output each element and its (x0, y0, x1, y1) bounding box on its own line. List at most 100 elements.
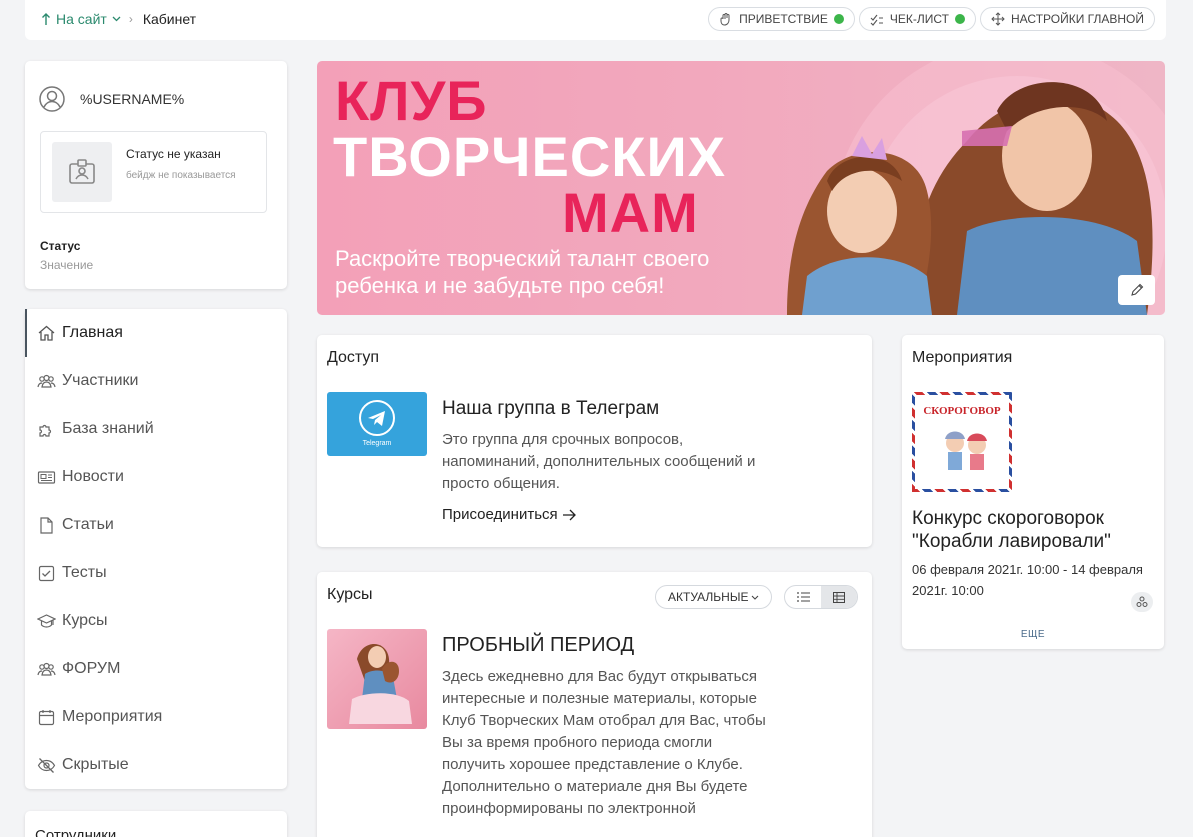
sidebar-item-members[interactable]: Участники (25, 357, 287, 405)
sidebar-item-forum[interactable]: ФОРУМ (25, 645, 287, 693)
chevron-down-icon (752, 595, 759, 600)
graduation-cap-icon (37, 613, 56, 628)
course-item-description: Здесь ежедневно для Вас будут открыватьс… (442, 668, 766, 817)
badge-title: Статус не указан (126, 147, 221, 161)
banner-title-line3: МАМ (562, 181, 699, 244)
table-icon (833, 591, 845, 603)
events-title: Мероприятия (912, 349, 1013, 366)
arrow-up-icon (42, 13, 50, 25)
sidebar-item-label: Скрытые (62, 756, 129, 773)
avatar-icon (39, 86, 65, 112)
access-item-description: Это группа для срочных вопросов, напомин… (442, 431, 756, 492)
telegram-caption: Telegram (362, 440, 392, 447)
badge-subtitle: бейдж не показывается (126, 170, 236, 181)
sidebar-item-label: Главная (62, 324, 123, 341)
breadcrumb-site-link[interactable]: На сайт (41, 11, 121, 27)
sidebar-item-courses[interactable]: Курсы (25, 597, 287, 645)
telegram-image[interactable]: Telegram (327, 392, 427, 456)
sidebar-item-label: Статьи (62, 516, 114, 533)
move-icon (991, 12, 1005, 26)
access-item-title[interactable]: Наша группа в Телеграм (442, 398, 659, 420)
sidebar-item-label: Участники (62, 372, 139, 389)
course-item-title[interactable]: ПРОБНЫЙ ПЕРИОД (442, 634, 634, 657)
events-card: Мероприятия СКОРОГОВОР Конкурс скорогово… (902, 335, 1164, 649)
course-image[interactable] (327, 629, 427, 729)
participants-icon-button[interactable] (1131, 592, 1153, 612)
banner-title-line1: КЛУБ (335, 69, 488, 132)
chevron-down-icon (112, 16, 121, 22)
chevron-right-icon: › (128, 12, 133, 26)
home-settings-label: НАСТРОЙКИ ГЛАВНОЙ (1011, 12, 1144, 26)
sidebar-item-news[interactable]: Новости (25, 453, 287, 501)
banner-title-line2: ТВОРЧЕСКИХ (333, 125, 727, 188)
event-illustration (945, 431, 987, 470)
status-value: Значение (40, 258, 94, 272)
banner-subtitle: Раскройте творческий талант своего ребен… (335, 246, 710, 298)
sidebar-item-knowledge-base[interactable]: База знаний (25, 405, 287, 453)
list-icon (796, 592, 810, 602)
courses-title: Курсы (327, 586, 373, 603)
view-toggle (784, 585, 858, 609)
group-icon (1136, 596, 1148, 607)
sidebar-item-label: ФОРУМ (62, 660, 121, 677)
id-badge-icon (69, 159, 95, 184)
sidebar-nav: Главная Участники База знаний Новости Ст… (25, 309, 287, 789)
edit-banner-button[interactable] (1118, 275, 1155, 305)
arrow-right-icon (562, 509, 576, 520)
greeting-status-dot (833, 14, 844, 24)
status-label: Статус (40, 239, 81, 253)
pencil-icon (1130, 283, 1143, 296)
checklist-button[interactable]: ЧЕК-ЛИСТ (858, 7, 977, 31)
course-photo (349, 644, 412, 724)
checklist-icon (870, 14, 883, 26)
greeting-label: ПРИВЕТСТВИЕ (739, 12, 828, 26)
username: %USERNAME% (80, 91, 185, 107)
sidebar-item-articles[interactable]: Статьи (25, 501, 287, 549)
badge-placeholder (52, 142, 112, 202)
sidebar-item-label: Курсы (62, 612, 108, 629)
calendar-icon (38, 709, 55, 725)
user-info[interactable]: %USERNAME% (39, 86, 184, 112)
greeting-button[interactable]: ПРИВЕТСТВИЕ (708, 7, 855, 31)
forum-icon (37, 662, 56, 676)
checklist-label: ЧЕК-ЛИСТ (889, 12, 950, 26)
staff-card: Сотрудники (25, 811, 287, 837)
hand-icon (720, 13, 730, 26)
breadcrumb-current: Кабинет (142, 11, 197, 27)
event-item-date: 06 февраля 2021г. 10:00 - 14 февраля 202… (912, 562, 1143, 598)
join-link[interactable]: Присоединиться (442, 506, 577, 523)
access-title: Доступ (327, 349, 380, 366)
courses-card: Курсы АКТУАЛЬНЫЕ ПРОБНЫЙ ПЕРИОД Здесь еж… (317, 572, 872, 837)
filter-label: АКТУАЛЬНЫЕ (668, 590, 749, 604)
sidebar-item-label: Мероприятия (62, 708, 163, 725)
sidebar-item-label: Новости (62, 468, 124, 485)
sidebar-item-label: Тесты (62, 564, 107, 581)
eye-off-icon (37, 757, 56, 773)
profile-card: %USERNAME% Статус не указан бейдж не пок… (25, 61, 287, 289)
event-item-title[interactable]: Конкурс скороговорок "Корабли лавировали… (912, 507, 1162, 553)
grid-view-button[interactable] (821, 586, 857, 608)
checkbox-icon (38, 565, 55, 581)
courses-filter-dropdown[interactable]: АКТУАЛЬНЫЕ (655, 585, 773, 609)
sidebar-item-events[interactable]: Мероприятия (25, 693, 287, 741)
events-more-link[interactable]: ЕЩЕ (902, 629, 1164, 640)
breadcrumb: На сайт › Кабинет (41, 11, 196, 27)
join-label: Присоединиться (442, 506, 558, 523)
staff-title: Сотрудники (35, 827, 117, 837)
checklist-status-dot (955, 14, 966, 24)
event-image[interactable]: СКОРОГОВОР (912, 392, 1012, 492)
sidebar-item-label: База знаний (62, 420, 154, 437)
document-icon (40, 516, 53, 534)
home-settings-button[interactable]: НАСТРОЙКИ ГЛАВНОЙ (980, 7, 1155, 31)
sidebar-item-tests[interactable]: Тесты (25, 549, 287, 597)
hero-banner: КЛУБ ТВОРЧЕСКИХ МАМ Раскройте творческий… (317, 61, 1165, 315)
breadcrumb-site-label: На сайт (56, 11, 107, 27)
puzzle-icon (39, 424, 52, 437)
list-view-button[interactable] (785, 586, 821, 608)
top-bar: На сайт › Кабинет ПРИВЕТСТВИЕ ЧЕК-ЛИСТ Н… (25, 0, 1166, 40)
badge-box[interactable]: Статус не указан бейдж не показывается (40, 131, 267, 213)
access-card: Доступ Telegram Наша группа в Телеграм Э… (317, 335, 872, 547)
news-icon (37, 470, 56, 484)
sidebar-item-home[interactable]: Главная (25, 309, 287, 357)
sidebar-item-hidden[interactable]: Скрытые (25, 741, 287, 789)
